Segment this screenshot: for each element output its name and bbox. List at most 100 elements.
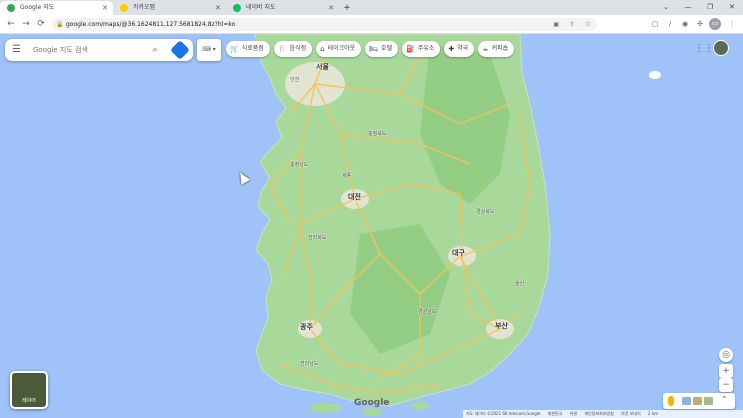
city-label-daejeon[interactable]: 대전 [348,192,361,202]
reload-button[interactable]: ⟳ [34,17,48,31]
chip-label: 호텔 [381,45,393,52]
directions-icon[interactable] [170,40,190,60]
minimize-button[interactable]: — [677,0,699,15]
zoom-out-button[interactable]: − [719,378,733,392]
chip-grocery[interactable]: 🛒 식료품점 [226,41,270,57]
fork-knife-icon: 🍴 [277,45,287,53]
address-bar[interactable]: 🔒 google.com/maps/@36.1624811,127.568182… [52,18,597,31]
keyboard-toggle-icon[interactable]: ⌨ ▾ [197,39,221,61]
street-view-bar: ⌃ [663,393,735,409]
google-maps-favicon-icon [7,4,15,12]
imagery-thumbnail[interactable] [693,397,702,405]
attribution-text: 지도 데이터 ©2021 SK telecom,Google [466,411,541,416]
chip-pharmacy[interactable]: ✚ 약국 [444,41,475,57]
category-chips: 🛒 식료품점 🍴 음식점 ⌂ 테이크아웃 🛏 호텔 ⛽ 주유소 ✚ 약국 ☕ 커… [226,41,515,57]
lock-icon[interactable]: 🔒 [56,18,63,31]
feedback-link[interactable]: 의견 보내기 [621,411,641,416]
close-window-button[interactable]: ✕ [721,0,743,15]
share-icon[interactable]: ⇪ [570,18,575,31]
city-label-gwangju[interactable]: 광주 [300,322,313,332]
chip-coffee[interactable]: ☕ 커피숍 [478,41,515,57]
kakao-map-favicon-icon [120,4,128,12]
attribution-region[interactable]: 대한민국 [548,411,563,416]
south-coast-island [309,403,341,413]
tab-search-chevron-icon[interactable]: ⌄ [655,0,677,15]
extension-icon[interactable]: ▢ [649,18,661,30]
chip-hotel[interactable]: 🛏 호텔 [365,41,399,57]
zoom-in-button[interactable]: + [719,364,733,378]
new-tab-button[interactable]: + [339,1,355,15]
imagery-thumbnail[interactable] [704,397,713,405]
hamburger-menu-icon[interactable]: ☰ [12,44,24,56]
city-label-seoul[interactable]: 서울 [316,62,329,72]
pegman-icon[interactable] [668,396,674,406]
tab-title: 네이버 지도 [246,4,276,11]
region-label-jeonbuk: 전라북도 [308,235,327,241]
tab-title: Google 지도 [20,4,55,11]
takeout-icon: ⌂ [320,45,325,53]
layers-button[interactable]: 레이어 [10,371,48,409]
forward-button[interactable]: → [19,17,33,31]
city-label-daegu[interactable]: 대구 [452,248,465,258]
chip-label: 주유소 [417,45,435,52]
chip-takeout[interactable]: ⌂ 테이크아웃 [316,41,362,57]
pharmacy-icon: ✚ [448,45,455,53]
region-label-gyeongnam: 경상남도 [418,309,437,315]
bookmark-star-icon[interactable]: ☆ [585,18,591,31]
coffee-icon: ☕ [482,45,489,53]
scale-bar[interactable]: 2 km [648,411,658,416]
google-apps-icon[interactable]: ⋮⋮ [694,43,714,55]
my-location-icon[interactable]: ◎ [719,348,733,362]
search-icon[interactable]: ⌕ [148,43,162,57]
city-label-busan[interactable]: 부산 [495,321,508,331]
chip-label: 식료품점 [241,45,264,52]
gas-pump-icon: ⛽ [406,45,415,53]
chip-label: 약국 [457,45,469,52]
expand-chevron-icon[interactable]: ⌃ [721,395,728,404]
browser-menu-icon[interactable]: ⋮ [726,18,738,30]
south-coast-island [362,408,382,416]
record-extension-icon[interactable]: ◉ [679,18,691,30]
tab-strip: Google 지도 ✕ 카카오맵 ✕ 네이버 지도 ✕ + [0,0,743,15]
imagery-thumbnail[interactable] [682,397,691,405]
pen-extension-icon[interactable]: / [664,18,676,30]
region-label-chungnam: 충청남도 [290,162,309,168]
region-label-gyeongbuk: 경상북도 [476,209,495,215]
maps-search-box: ☰ ⌕ [5,39,193,61]
browser-chrome: Google 지도 ✕ 카카오맵 ✕ 네이버 지도 ✕ + ⌄ — ❐ ✕ ← … [0,0,743,34]
map-attribution: 지도 데이터 ©2021 SK telecom,Google 대한민국 약관 개… [463,410,743,418]
chip-label: 음식점 [289,45,307,52]
restore-button[interactable]: ❐ [699,0,721,15]
tab-close-icon[interactable]: ✕ [215,1,221,15]
korea-map [254,34,661,416]
bed-icon: 🛏 [369,45,379,53]
city-label-incheon[interactable]: 인천 [290,76,299,83]
translate-icon[interactable]: ▣ [553,18,559,31]
google-logo: Google [354,398,390,408]
tab-close-icon[interactable]: ✕ [102,1,108,15]
naver-map-favicon-icon [233,4,241,12]
layers-label: 레이어 [22,398,36,404]
search-input[interactable] [33,43,143,57]
puzzle-extensions-icon[interactable]: ✣ [694,18,706,30]
map-canvas[interactable]: 서울 인천 세종 대전 대구 울산 부산 광주 충청북도 충청남도 경상북도 전… [0,34,743,418]
terms-link[interactable]: 약관 [570,411,577,416]
city-label-sejong[interactable]: 세종 [342,172,351,179]
tab-google-maps[interactable]: Google 지도 ✕ [0,1,113,15]
browser-toolbar: ← → ⟳ 🔒 google.com/maps/@36.1624811,127.… [0,15,743,34]
east-sea-island [649,71,661,79]
south-coast-island [411,402,429,410]
profile-avatar[interactable]: 부부 [709,18,721,30]
back-button[interactable]: ← [4,17,18,31]
chip-label: 커피숍 [491,45,509,52]
region-label-chungbuk: 충청북도 [368,131,387,137]
cart-icon: 🛒 [230,45,239,53]
tab-naver-map[interactable]: 네이버 지도 ✕ [226,1,339,15]
tab-close-icon[interactable]: ✕ [328,1,334,15]
account-avatar[interactable] [713,40,729,56]
tab-kakao-map[interactable]: 카카오맵 ✕ [113,1,226,15]
chip-restaurant[interactable]: 🍴 음식점 [273,41,313,57]
chip-gas-station[interactable]: ⛽ 주유소 [402,41,441,57]
privacy-link[interactable]: 개인정보처리방침 [584,411,613,416]
city-label-ulsan[interactable]: 울산 [515,280,524,287]
